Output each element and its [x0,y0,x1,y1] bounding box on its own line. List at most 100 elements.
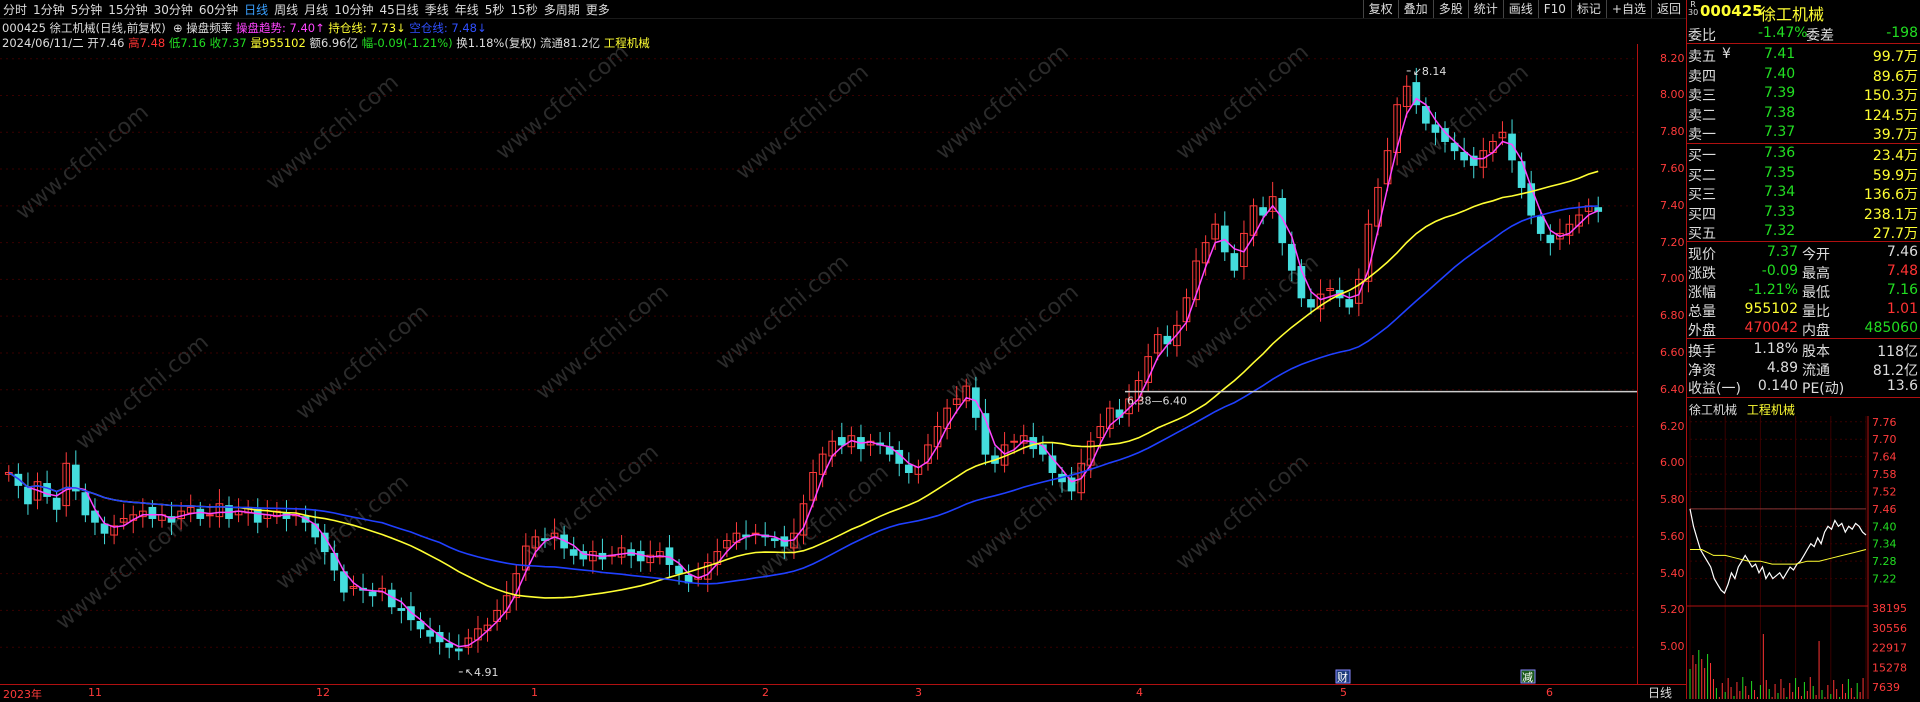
timeframe-tab[interactable]: 年线 [452,1,482,18]
indicator-label: 操盘频率 [186,21,233,35]
price-tick: 8.00 [1660,88,1685,102]
timeframe-tab[interactable]: 周线 [271,1,301,18]
mini-price-tick: 7.22 [1872,573,1897,586]
price-tick: 5.20 [1660,603,1685,617]
timeframe-tab[interactable]: 10分钟 [331,1,376,18]
tool-button[interactable]: F10 [1537,0,1571,18]
fund-label: 股本 [1802,344,1830,360]
panel-code: 000425 [1700,2,1763,20]
indicator-name[interactable]: ⊕ 操盘频率 [169,21,232,35]
tool-button[interactable]: 标记 [1570,0,1606,18]
timeframe-tab[interactable]: 30分钟 [151,1,196,18]
quote-row: 买四 7.33 238.1万 [1688,203,1920,223]
candle-body [1345,299,1354,308]
candle-body [1460,152,1469,161]
bid-volume: 27.7万 [1872,226,1918,242]
timeframe-tab[interactable]: 日线 [241,1,271,18]
candle-body [445,643,454,648]
timeframe-tab[interactable]: 45日线 [376,1,421,18]
timeframe-tab[interactable]: 更多 [583,1,613,18]
quote-row: 外盘 470042 内盘 485060 [1688,320,1920,339]
intraday-chart[interactable]: 7.76 7.70 7.64 7.58 7.52 7.46 7.40 7.34 7.28 7.22… [1686,416,1920,699]
candle-body [675,565,683,575]
quote-row: 买二 7.35 59.9万 [1688,165,1920,184]
tool-button[interactable]: 返回 [1650,0,1686,18]
stock-title: 000425 徐工机械(日线,前复权) [2,21,166,35]
timeframe-tab[interactable]: 5秒 [482,1,508,18]
mini-price-tick: 7.52 [1872,485,1897,498]
bid-price: 7.33 [1764,203,1796,220]
date-tick: 2023年 [3,688,42,701]
mini-price-tick: 7.64 [1872,451,1897,464]
quote-label: 外盘 [1688,323,1716,339]
timeframe-tab[interactable]: 分时 [0,1,30,18]
quote-row: 卖三 7.39 150.3万 [1688,85,1920,104]
ask-tag: ¥ [1722,46,1731,62]
fund-value: 0.140 [1757,378,1798,394]
timeframe-tab[interactable]: 15分钟 [105,1,150,18]
candle-body [971,387,980,418]
candle-body [1067,477,1076,492]
candle-body [196,508,205,519]
candle-body [1431,124,1440,133]
timeframe-tab[interactable]: 60分钟 [196,1,241,18]
tool-button[interactable]: 画线 [1502,0,1538,18]
quote-row: 现价 7.37 今开 7.46 [1688,244,1920,263]
candle-body [1536,216,1545,234]
mini-price-line [1689,508,1867,595]
fund-value: 118亿 [1877,344,1918,360]
bid-volume: 23.4万 [1872,148,1918,164]
bid-label: 买四 [1688,206,1716,223]
tool-button[interactable]: +自选 [1605,0,1651,18]
tool-button[interactable]: 叠加 [1397,0,1433,18]
kline-chart[interactable]: ↙8.14 ↖4.91 6.38—6.40 财 减 [0,44,1637,684]
bid-volume: 136.6万 [1863,187,1918,203]
tool-button[interactable]: 统计 [1467,0,1503,18]
ask-volume: 89.6万 [1872,68,1918,85]
quote-label: 最低 [1802,285,1830,301]
wei-bi-value: -1.47% [1758,25,1808,41]
event-marker[interactable]: 减 [1520,669,1536,684]
ask-label: 卖一 [1688,127,1716,143]
quote-value: 7.48 [1886,263,1918,279]
fund-label: 收益(一) [1688,381,1741,397]
candle-body [1230,253,1239,271]
ask-volume: 39.7万 [1872,127,1918,143]
ask-price: 7.37 [1764,124,1796,140]
timeframe-tab[interactable]: 1分钟 [30,1,68,18]
date-tick: 5 [1340,686,1347,699]
ask-label: 卖五 [1688,49,1716,65]
tool-button[interactable]: 多股 [1432,0,1468,18]
toolbar-buttons: 复权 叠加 多股 统计 画线 F10 标记 +自选 返回 [1362,0,1686,18]
quote-value: 955102 [1744,301,1798,317]
candle-body [1546,234,1555,244]
event-marker-label: 减 [1522,671,1533,684]
quote-value: 1.01 [1886,301,1918,317]
date-tick: 3 [915,686,922,699]
price-tick: 5.40 [1660,566,1685,580]
mini-price-tick: 7.40 [1872,520,1897,533]
wei-cha-label: 委差 [1806,28,1834,44]
price-tick: 5.60 [1660,529,1685,543]
quote-row: 总量 955102 量比 1.01 [1688,301,1920,320]
quote-value: -0.09 [1761,263,1798,279]
price-tick: 6.00 [1660,456,1685,470]
mini-volume-tick: 15278 [1872,661,1907,674]
timeframe-tab[interactable]: 季线 [422,1,452,18]
timeframe-tab[interactable]: 5分钟 [68,1,106,18]
timeframe-tab[interactable]: 多周期 [541,1,583,18]
timeframe-tab[interactable]: 15秒 [507,1,540,18]
bid-volume: 59.9万 [1872,167,1918,184]
ask-price: 7.39 [1764,85,1796,101]
date-axis [0,684,1686,700]
tool-button[interactable]: 复权 [1362,0,1398,18]
quote-label: 今开 [1802,247,1830,263]
hold-value: 持仓线: 7.73↓ [328,21,406,35]
timeframe-tab[interactable]: 月线 [301,1,331,18]
candle-body [904,464,913,474]
event-marker[interactable]: 财 [1335,669,1351,684]
level-annotation: 6.38—6.40 [1127,395,1187,408]
panel-divider [1686,143,1920,144]
stop-value: 空仓线: 7.48↓ [409,21,487,35]
period-label[interactable]: 日线 [1648,684,1672,701]
